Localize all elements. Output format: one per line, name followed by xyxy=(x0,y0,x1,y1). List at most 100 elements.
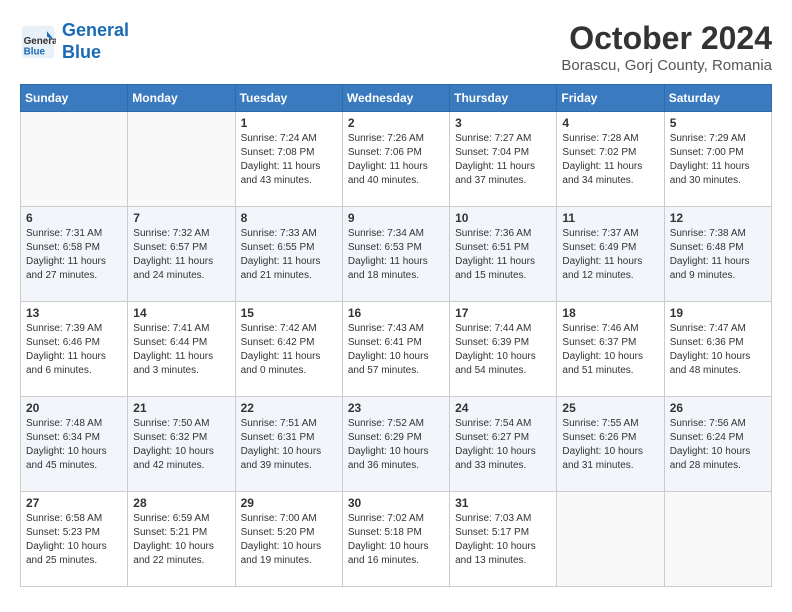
calendar-week-row: 13 Sunrise: 7:39 AM Sunset: 6:46 PM Dayli… xyxy=(21,302,772,397)
logo: General Blue General Blue xyxy=(20,20,129,63)
calendar-cell: 18 Sunrise: 7:46 AM Sunset: 6:37 PM Dayli… xyxy=(557,302,664,397)
day-info: Sunrise: 7:29 AM Sunset: 7:00 PM Dayligh… xyxy=(670,132,766,188)
svg-text:Blue: Blue xyxy=(24,46,46,57)
day-info: Sunrise: 7:00 AM Sunset: 5:20 PM Dayligh… xyxy=(241,512,337,568)
day-number: 30 xyxy=(348,496,444,510)
day-info: Sunrise: 7:46 AM Sunset: 6:37 PM Dayligh… xyxy=(562,322,658,378)
calendar-cell: 22 Sunrise: 7:51 AM Sunset: 6:31 PM Dayli… xyxy=(235,397,342,492)
day-info: Sunrise: 7:39 AM Sunset: 6:46 PM Dayligh… xyxy=(26,322,122,378)
calendar-cell: 6Sunrise: 7:31 AM Sunset: 6:58 PM Daylig… xyxy=(21,207,128,302)
calendar-cell: 26 Sunrise: 7:56 AM Sunset: 6:24 PM Dayli… xyxy=(664,397,771,492)
weekday-header: Saturday xyxy=(664,85,771,112)
day-info: Sunrise: 7:33 AM Sunset: 6:55 PM Dayligh… xyxy=(241,227,337,283)
calendar-cell: 1 Sunrise: 7:24 AM Sunset: 7:08 PM Daylig… xyxy=(235,112,342,207)
day-info: Sunrise: 7:47 AM Sunset: 6:36 PM Dayligh… xyxy=(670,322,766,378)
title-block: October 2024 Borascu, Gorj County, Roman… xyxy=(561,20,772,74)
calendar-cell: 17 Sunrise: 7:44 AM Sunset: 6:39 PM Dayli… xyxy=(450,302,557,397)
day-info: Sunrise: 7:50 AM Sunset: 6:32 PM Dayligh… xyxy=(133,417,229,473)
location-subtitle: Borascu, Gorj County, Romania xyxy=(561,57,772,74)
calendar-week-row: 20 Sunrise: 7:48 AM Sunset: 6:34 PM Dayli… xyxy=(21,397,772,492)
day-number: 31 xyxy=(455,496,551,510)
calendar-cell: 13 Sunrise: 7:39 AM Sunset: 6:46 PM Dayli… xyxy=(21,302,128,397)
calendar-cell: 14Sunrise: 7:41 AM Sunset: 6:44 PM Dayli… xyxy=(128,302,235,397)
day-info: Sunrise: 7:37 AM Sunset: 6:49 PM Dayligh… xyxy=(562,227,658,283)
calendar-cell: 11 Sunrise: 7:37 AM Sunset: 6:49 PM Dayli… xyxy=(557,207,664,302)
day-info: Sunrise: 7:48 AM Sunset: 6:34 PM Dayligh… xyxy=(26,417,122,473)
day-number: 10 xyxy=(455,211,551,225)
day-number: 20 xyxy=(26,401,122,415)
calendar-cell xyxy=(664,492,771,587)
calendar-cell: 16Sunrise: 7:43 AM Sunset: 6:41 PM Dayli… xyxy=(342,302,449,397)
day-info: Sunrise: 7:02 AM Sunset: 5:18 PM Dayligh… xyxy=(348,512,444,568)
day-number: 19 xyxy=(670,306,766,320)
day-number: 25 xyxy=(562,401,658,415)
calendar-cell: 29 Sunrise: 7:00 AM Sunset: 5:20 PM Dayli… xyxy=(235,492,342,587)
day-info: Sunrise: 7:44 AM Sunset: 6:39 PM Dayligh… xyxy=(455,322,551,378)
day-info: Sunrise: 7:27 AM Sunset: 7:04 PM Dayligh… xyxy=(455,132,551,188)
day-number: 29 xyxy=(241,496,337,510)
calendar-cell: 2 Sunrise: 7:26 AM Sunset: 7:06 PM Daylig… xyxy=(342,112,449,207)
logo-text: General Blue xyxy=(62,20,129,63)
day-info: Sunrise: 7:38 AM Sunset: 6:48 PM Dayligh… xyxy=(670,227,766,283)
calendar-cell: 10Sunrise: 7:36 AM Sunset: 6:51 PM Dayli… xyxy=(450,207,557,302)
calendar-cell: 21 Sunrise: 7:50 AM Sunset: 6:32 PM Dayli… xyxy=(128,397,235,492)
calendar-cell: 9Sunrise: 7:34 AM Sunset: 6:53 PM Daylig… xyxy=(342,207,449,302)
weekday-header: Friday xyxy=(557,85,664,112)
day-number: 4 xyxy=(562,116,658,130)
calendar-cell xyxy=(557,492,664,587)
day-number: 7 xyxy=(133,211,229,225)
month-title: October 2024 xyxy=(561,20,772,57)
day-number: 28 xyxy=(133,496,229,510)
day-info: Sunrise: 7:43 AM Sunset: 6:41 PM Dayligh… xyxy=(348,322,444,378)
calendar-cell: 8 Sunrise: 7:33 AM Sunset: 6:55 PM Daylig… xyxy=(235,207,342,302)
calendar-week-row: 27Sunrise: 6:58 AM Sunset: 5:23 PM Dayli… xyxy=(21,492,772,587)
calendar-week-row: 6Sunrise: 7:31 AM Sunset: 6:58 PM Daylig… xyxy=(21,207,772,302)
calendar-cell: 30 Sunrise: 7:02 AM Sunset: 5:18 PM Dayli… xyxy=(342,492,449,587)
calendar-cell: 4 Sunrise: 7:28 AM Sunset: 7:02 PM Daylig… xyxy=(557,112,664,207)
day-number: 2 xyxy=(348,116,444,130)
day-number: 15 xyxy=(241,306,337,320)
day-number: 1 xyxy=(241,116,337,130)
day-number: 14 xyxy=(133,306,229,320)
calendar-cell: 28 Sunrise: 6:59 AM Sunset: 5:21 PM Dayli… xyxy=(128,492,235,587)
day-info: Sunrise: 7:51 AM Sunset: 6:31 PM Dayligh… xyxy=(241,417,337,473)
day-info: Sunrise: 7:03 AM Sunset: 5:17 PM Dayligh… xyxy=(455,512,551,568)
day-number: 17 xyxy=(455,306,551,320)
day-info: Sunrise: 6:59 AM Sunset: 5:21 PM Dayligh… xyxy=(133,512,229,568)
calendar-cell: 19 Sunrise: 7:47 AM Sunset: 6:36 PM Dayli… xyxy=(664,302,771,397)
day-info: Sunrise: 7:42 AM Sunset: 6:42 PM Dayligh… xyxy=(241,322,337,378)
day-number: 26 xyxy=(670,401,766,415)
day-info: Sunrise: 7:24 AM Sunset: 7:08 PM Dayligh… xyxy=(241,132,337,188)
calendar-cell xyxy=(128,112,235,207)
day-info: Sunrise: 7:28 AM Sunset: 7:02 PM Dayligh… xyxy=(562,132,658,188)
day-info: Sunrise: 7:54 AM Sunset: 6:27 PM Dayligh… xyxy=(455,417,551,473)
day-info: Sunrise: 6:58 AM Sunset: 5:23 PM Dayligh… xyxy=(26,512,122,568)
logo-general: General xyxy=(62,20,129,40)
day-number: 11 xyxy=(562,211,658,225)
day-info: Sunrise: 7:26 AM Sunset: 7:06 PM Dayligh… xyxy=(348,132,444,188)
page-header: General Blue General Blue October 2024 B… xyxy=(20,20,772,74)
calendar-cell: 20 Sunrise: 7:48 AM Sunset: 6:34 PM Dayli… xyxy=(21,397,128,492)
calendar-table: SundayMondayTuesdayWednesdayThursdayFrid… xyxy=(20,84,772,587)
day-info: Sunrise: 7:31 AM Sunset: 6:58 PM Dayligh… xyxy=(26,227,122,283)
day-info: Sunrise: 7:34 AM Sunset: 6:53 PM Dayligh… xyxy=(348,227,444,283)
calendar-cell: 23Sunrise: 7:52 AM Sunset: 6:29 PM Dayli… xyxy=(342,397,449,492)
calendar-cell: 27Sunrise: 6:58 AM Sunset: 5:23 PM Dayli… xyxy=(21,492,128,587)
day-info: Sunrise: 7:32 AM Sunset: 6:57 PM Dayligh… xyxy=(133,227,229,283)
day-number: 18 xyxy=(562,306,658,320)
day-number: 8 xyxy=(241,211,337,225)
weekday-header: Tuesday xyxy=(235,85,342,112)
day-number: 13 xyxy=(26,306,122,320)
calendar-cell: 7 Sunrise: 7:32 AM Sunset: 6:57 PM Daylig… xyxy=(128,207,235,302)
calendar-cell: 3Sunrise: 7:27 AM Sunset: 7:04 PM Daylig… xyxy=(450,112,557,207)
day-number: 5 xyxy=(670,116,766,130)
calendar-cell: 24Sunrise: 7:54 AM Sunset: 6:27 PM Dayli… xyxy=(450,397,557,492)
day-info: Sunrise: 7:56 AM Sunset: 6:24 PM Dayligh… xyxy=(670,417,766,473)
day-number: 12 xyxy=(670,211,766,225)
day-number: 21 xyxy=(133,401,229,415)
weekday-header: Monday xyxy=(128,85,235,112)
weekday-header: Sunday xyxy=(21,85,128,112)
day-number: 22 xyxy=(241,401,337,415)
logo-icon: General Blue xyxy=(20,24,56,60)
day-info: Sunrise: 7:55 AM Sunset: 6:26 PM Dayligh… xyxy=(562,417,658,473)
